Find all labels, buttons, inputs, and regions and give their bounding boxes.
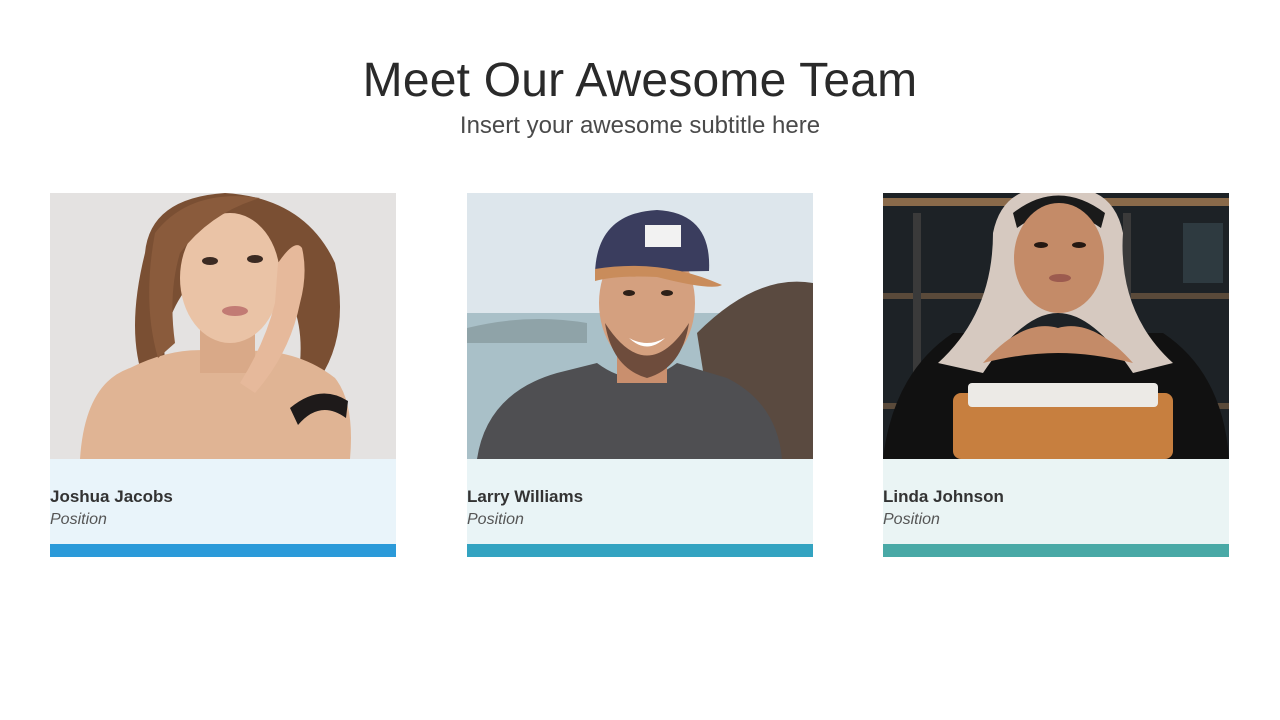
- accent-bar: [50, 544, 396, 557]
- accent-bar: [883, 544, 1229, 557]
- team-member-position: Position: [50, 511, 107, 528]
- team-card: Joshua Jacobs Position: [50, 193, 396, 557]
- page-title: Meet Our Awesome Team: [362, 54, 918, 107]
- team-card: Larry Williams Position: [467, 193, 813, 557]
- accent-bar: [467, 544, 813, 557]
- team-member-position: Position: [883, 511, 940, 528]
- page-subtitle: Insert your awesome subtitle here: [459, 112, 821, 139]
- team-member-name: Linda Johnson: [883, 487, 1004, 506]
- team-member-photo: [883, 193, 1229, 459]
- team-card: Linda Johnson Position: [883, 193, 1229, 557]
- team-member-name: Larry Williams: [467, 487, 584, 506]
- team-member-name: Joshua Jacobs: [50, 487, 173, 506]
- team-member-photo: [50, 193, 396, 459]
- team-member-photo: [467, 193, 813, 459]
- team-member-position: Position: [467, 511, 524, 528]
